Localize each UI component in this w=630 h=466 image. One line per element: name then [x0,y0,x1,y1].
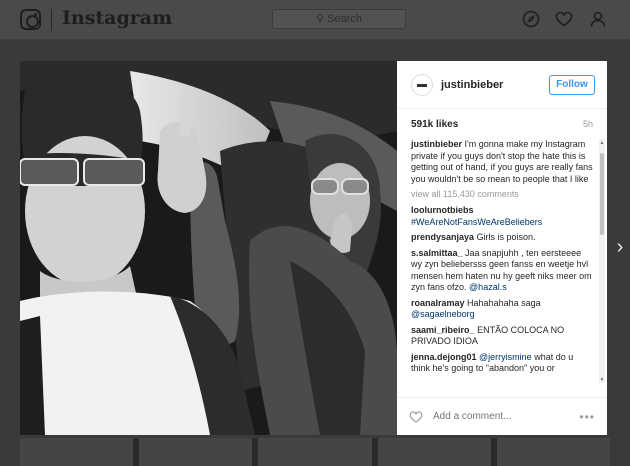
search-icon: ⚲ [316,13,325,25]
scroll-down-arrow-icon[interactable]: ▼ [599,377,605,383]
add-comment-input[interactable] [433,411,580,422]
comment-username[interactable]: loolurnotbiebs [411,205,474,215]
likes-row: 591k likes 5h [397,109,607,139]
avatar[interactable] [411,73,433,96]
background-photo-grid [20,438,611,466]
grid-thumbnail [496,438,611,466]
list-item: s.salmittaa_ Jaa snapjuhh , ten eersteee… [411,248,593,294]
profile-user-icon[interactable] [589,10,607,28]
caption-username[interactable]: justinbieber [411,139,462,149]
search-placeholder: Search [327,13,362,25]
add-comment-bar: ••• [397,397,607,435]
comment-mention[interactable]: @sagaelneborg [411,309,475,319]
activity-heart-icon[interactable] [555,10,573,28]
post-caption: justinbieber I'm gonna make my Instagram… [411,139,593,185]
grid-thumbnail [377,438,491,466]
next-post-chevron-icon[interactable]: › [610,235,630,259]
comments-scrollbar[interactable] [599,139,605,383]
list-item: roanalramay Hahahahaha saga @sagaelnebor… [411,298,593,321]
follow-button[interactable]: Follow [549,74,595,95]
scroll-up-arrow-icon[interactable]: ▲ [599,140,605,146]
comment-username[interactable]: s.salmittaa_ [411,248,463,258]
car-selfie-photo [20,61,397,435]
list-item: prendysanjaya Girls is poison. [411,232,593,244]
comment-mention[interactable]: @jerryismine [479,352,532,362]
list-item: saami_ribeiro_ ENTÃO COLOCA NO PRIVADO I… [411,325,593,348]
view-all-comments-link[interactable]: view all 115,430 comments [411,189,593,199]
instagram-camera-icon[interactable] [20,9,41,30]
comment-mention[interactable]: @hazal.s [469,282,507,292]
grid-thumbnail [139,438,253,466]
post-modal: justinbieber Follow 591k likes 5h justin… [20,61,607,435]
comment-username[interactable]: saami_ribeiro_ [411,325,475,335]
comment-text: Girls is poison. [476,232,536,242]
comments-list[interactable]: justinbieber I'm gonna make my Instagram… [397,139,607,397]
post-timestamp: 5h [582,119,593,129]
comment-username[interactable]: jenna.dejong01 [411,352,477,362]
more-options-icon[interactable]: ••• [579,410,595,424]
post-author-username[interactable]: justinbieber [441,79,549,91]
explore-compass-icon[interactable] [522,10,540,28]
logo-divider [51,9,52,31]
post-header: justinbieber Follow [397,61,607,109]
post-photo[interactable] [20,61,397,435]
like-heart-icon[interactable] [409,410,423,424]
comment-username[interactable]: prendysanjaya [411,232,474,242]
comment-text: Hahahahaha saga [467,297,541,308]
list-item: loolurnotbiebs #WeAreNotFansWeAreBeliebe… [411,205,593,228]
comment-username[interactable]: roanalramay [411,298,465,308]
instagram-wordmark[interactable]: Instagram [62,7,172,29]
search-input[interactable]: ⚲ Search [272,9,406,29]
likes-count[interactable]: 591k likes [411,119,458,130]
top-navigation-bar: Instagram ⚲ Search [0,0,630,40]
comment-hashtag[interactable]: #WeAreNotFansWeAreBeliebers [411,217,542,227]
grid-thumbnail [258,438,372,466]
grid-thumbnail [20,438,134,466]
post-details-panel: justinbieber Follow 591k likes 5h justin… [397,61,607,435]
list-item: jenna.dejong01 @jerryismine what do u th… [411,352,593,375]
